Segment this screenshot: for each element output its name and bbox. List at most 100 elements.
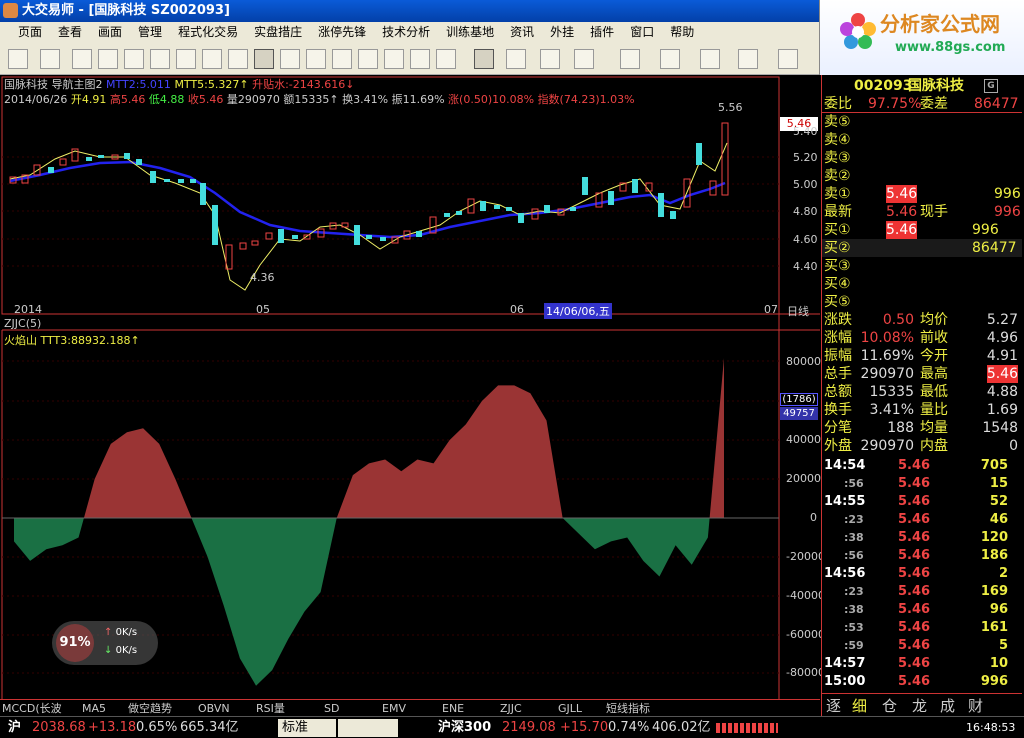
indicator-axis-label: -20000 xyxy=(786,550,825,563)
tab-mccd[interactable]: MCCD(长波 xyxy=(2,700,62,717)
tick-row: :38 5.46 96 xyxy=(822,601,1022,619)
stat-value: 1548 xyxy=(982,420,1018,436)
negative-area xyxy=(562,518,710,577)
chart-icon[interactable] xyxy=(72,49,92,69)
chart-area[interactable]: 国脉科技 导航主图2 MTT2:5.011 MTT5:5.327↑ 升贴水:-2… xyxy=(0,75,825,699)
indicator-axis-label: 40000 xyxy=(786,433,821,446)
standard-button[interactable]: 标准 xyxy=(278,719,336,737)
tick-time: 14:56 xyxy=(824,566,866,581)
menu-item-program-trade[interactable]: 程式化交易 xyxy=(170,22,246,43)
sell-price: 5.46 xyxy=(886,185,918,203)
stat-label: 最高 xyxy=(920,366,948,382)
sell-row: 卖③ xyxy=(822,149,1022,167)
ellipse-icon[interactable] xyxy=(778,49,798,69)
menu-item-plugin-ext[interactable]: 外挂 xyxy=(542,22,582,43)
tick-price: 5.46 xyxy=(898,602,931,617)
menu-item-tech[interactable]: 技术分析 xyxy=(374,22,438,43)
stat-value: 3.41% xyxy=(869,402,914,418)
chart-icon[interactable] xyxy=(176,49,196,69)
menu-item-help[interactable]: 帮助 xyxy=(662,22,702,43)
tab-rsi[interactable]: RSI量 xyxy=(256,700,285,717)
tick-volume: 15 xyxy=(989,476,1008,491)
tab-xi[interactable]: 细 xyxy=(852,697,867,716)
stat-row: 总手 290970 最高 5.46 xyxy=(822,365,1022,383)
chart-icon[interactable] xyxy=(384,49,404,69)
indicator-value: 火焰山 TTT3:88932.188↑ xyxy=(4,334,140,347)
stat-value: 188 xyxy=(887,420,914,436)
indicator-axis-label: 20000 xyxy=(786,472,821,485)
tab-short-trend[interactable]: 做空趋势 xyxy=(128,700,172,717)
chart-icon[interactable] xyxy=(332,49,352,69)
tick-price: 5.46 xyxy=(898,512,931,527)
tab-cheng[interactable]: 成 xyxy=(940,697,955,716)
price-axis-label: 4.80 xyxy=(793,205,818,218)
weibi-row: 委比 97.75% 委差 86477 xyxy=(822,95,1022,113)
negative-area xyxy=(14,518,84,561)
channel-icon[interactable] xyxy=(660,49,680,69)
sell-row: 卖⑤ xyxy=(822,113,1022,131)
tick-volume: 705 xyxy=(980,458,1008,473)
tab-zhu[interactable]: 逐 xyxy=(826,697,841,716)
menu-item-screen[interactable]: 画面 xyxy=(90,22,130,43)
tick-price: 5.46 xyxy=(898,548,931,563)
chart-icon[interactable] xyxy=(280,49,300,69)
buy-volume: 996 xyxy=(972,222,999,238)
xianshou-label: 现手 xyxy=(920,204,948,220)
fan-icon[interactable] xyxy=(620,49,640,69)
tab-cai[interactable]: 财 xyxy=(968,697,983,716)
tick-price: 5.46 xyxy=(898,620,931,635)
tab-obvn[interactable]: OBVN xyxy=(198,700,230,717)
chart-icon[interactable] xyxy=(98,49,118,69)
stat-value: 290970 xyxy=(860,366,914,382)
chart-icon[interactable] xyxy=(124,49,144,69)
chart-icon[interactable] xyxy=(306,49,326,69)
menu-item-limit-up[interactable]: 涨停先锋 xyxy=(310,22,374,43)
chart-icon[interactable] xyxy=(358,49,378,69)
chart-icon[interactable] xyxy=(436,49,456,69)
buy-label: 买⑤ xyxy=(824,294,851,310)
indicator-name: ZJJC(5) xyxy=(4,317,42,330)
stat-value: 290970 xyxy=(860,438,914,454)
menu-item-plugin[interactable]: 插件 xyxy=(582,22,622,43)
tab-cang[interactable]: 仓 xyxy=(882,697,897,716)
tab-zjjc[interactable]: ZJJC xyxy=(500,700,522,717)
app-icon xyxy=(3,3,18,18)
menu-item-training[interactable]: 训练基地 xyxy=(438,22,502,43)
sell-row: 卖② xyxy=(822,167,1022,185)
draw-line-icon[interactable] xyxy=(474,49,494,69)
chart-icon[interactable] xyxy=(150,49,170,69)
sell-label: 卖③ xyxy=(824,150,851,166)
chart-icon[interactable] xyxy=(228,49,248,69)
menu-item-info[interactable]: 资讯 xyxy=(502,22,542,43)
tab-emv[interactable]: EMV xyxy=(382,700,406,717)
tick-row: 14:54 5.46 705 xyxy=(822,457,1022,475)
menu-item-page[interactable]: 页面 xyxy=(0,22,50,43)
tab-ma5[interactable]: MA5 xyxy=(82,700,106,717)
forward-icon[interactable] xyxy=(40,49,60,69)
ime-toolbar[interactable] xyxy=(338,719,398,737)
tab-ene[interactable]: ENE xyxy=(442,700,464,717)
price-axis-label: 5.40 xyxy=(793,125,818,138)
menu-item-manage[interactable]: 管理 xyxy=(130,22,170,43)
day-chart-icon[interactable] xyxy=(254,49,274,69)
weibi-label: 委比 xyxy=(824,96,852,112)
back-icon[interactable] xyxy=(8,49,28,69)
menu-item-live[interactable]: 实盘措庄 xyxy=(246,22,310,43)
pen-icon[interactable] xyxy=(574,49,594,69)
tab-long[interactable]: 龙 xyxy=(912,697,927,716)
tab-sd[interactable]: SD xyxy=(324,700,339,717)
line-tool-icon[interactable] xyxy=(506,49,526,69)
period-label[interactable]: 日线 xyxy=(787,303,809,319)
menu-item-window[interactable]: 窗口 xyxy=(622,22,662,43)
tab-gjll[interactable]: GJLL xyxy=(558,700,582,717)
high-marker: 5.56 xyxy=(718,101,743,114)
menu-item-view[interactable]: 查看 xyxy=(50,22,90,43)
logo-name: 分析家公式网 xyxy=(880,12,1000,36)
chart-icon[interactable] xyxy=(202,49,222,69)
chart-icon[interactable] xyxy=(410,49,430,69)
rectangle-icon[interactable] xyxy=(738,49,758,69)
tick-time: :56 xyxy=(844,477,864,490)
tab-short-indicator[interactable]: 短线指标 xyxy=(606,700,650,717)
pattern-icon[interactable] xyxy=(700,49,720,69)
sigma-icon[interactable] xyxy=(540,49,560,69)
